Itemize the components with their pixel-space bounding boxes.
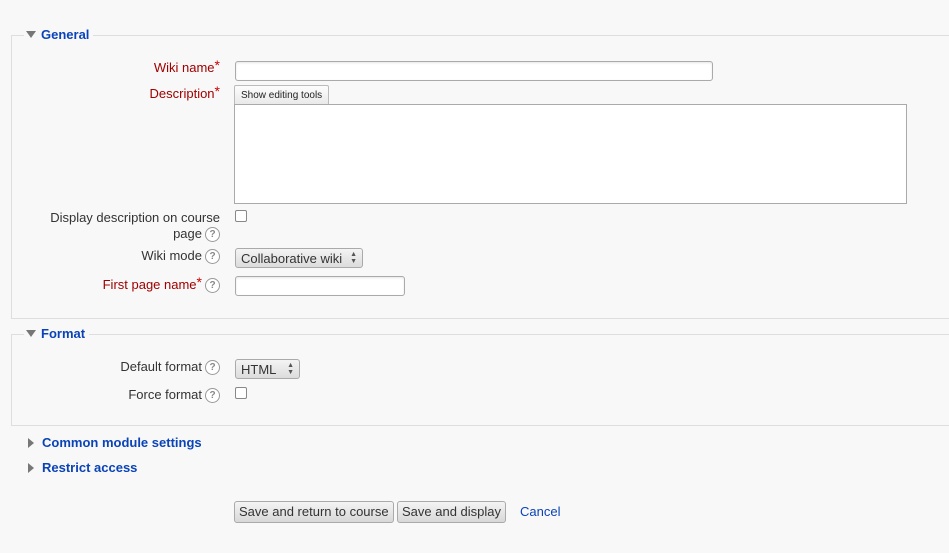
default-format-value: HTML [241,362,277,377]
triangle-down-icon [26,31,36,38]
wiki-mode-value: Collaborative wiki [241,251,343,266]
first-page-name-label-text: First page name [102,277,197,292]
triangle-right-icon [28,437,34,448]
display-description-label-line2: page [173,226,202,241]
description-label: Description* [60,83,220,101]
save-and-display-button[interactable]: Save and display [397,501,507,523]
force-format-checkbox[interactable] [235,387,247,399]
required-icon: * [196,274,202,290]
description-label-text: Description [149,86,215,101]
triangle-right-icon [28,462,34,473]
help-icon[interactable]: ? [205,227,220,243]
first-page-name-label: First page name*? [40,274,220,294]
wiki-mode-label-text: Wiki mode [141,248,202,263]
first-page-name-input[interactable] [235,276,405,296]
common-module-settings-label: Common module settings [42,435,202,450]
general-legend-label: General [41,27,90,42]
format-fieldset: Format [11,326,949,426]
triangle-down-icon [26,330,36,337]
display-description-checkbox[interactable] [235,210,247,222]
help-icon[interactable]: ? [205,360,220,376]
force-format-label-text: Force format [128,387,202,402]
description-textarea[interactable] [234,104,907,204]
wiki-mode-select[interactable]: Collaborative wiki ▲ ▼ [235,248,363,268]
save-and-return-button[interactable]: Save and return to course [234,501,394,523]
restrict-access-label: Restrict access [42,460,138,475]
wiki-name-label: Wiki name* [60,57,220,75]
help-icon[interactable]: ? [205,278,220,294]
required-icon: * [214,57,220,73]
restrict-access-section[interactable]: Restrict access [28,460,137,475]
display-description-label: Display description on course page? [20,210,220,243]
wiki-settings-form: General Wiki name* Description* Show edi… [0,0,949,553]
help-icon[interactable]: ? [205,249,220,265]
default-format-label: Default format? [40,359,220,376]
display-description-label-line1: Display description on course [50,210,220,225]
required-icon: * [214,83,220,99]
select-arrows-icon: ▲ ▼ [350,251,357,265]
help-icon[interactable]: ? [205,388,220,404]
common-module-settings-section[interactable]: Common module settings [28,435,202,450]
wiki-mode-label: Wiki mode? [60,248,220,265]
format-legend-label: Format [41,326,86,341]
cancel-link[interactable]: Cancel [520,504,560,519]
default-format-select[interactable]: HTML ▲ ▼ [235,359,300,379]
wiki-name-label-text: Wiki name [153,60,215,75]
force-format-label: Force format? [40,387,220,404]
wiki-name-input[interactable] [235,61,713,81]
format-legend[interactable]: Format [24,326,90,341]
general-legend[interactable]: General [24,27,94,42]
default-format-label-text: Default format [120,359,202,374]
show-editing-tools-button[interactable]: Show editing tools [234,85,330,105]
select-arrows-icon: ▲ ▼ [287,362,294,376]
